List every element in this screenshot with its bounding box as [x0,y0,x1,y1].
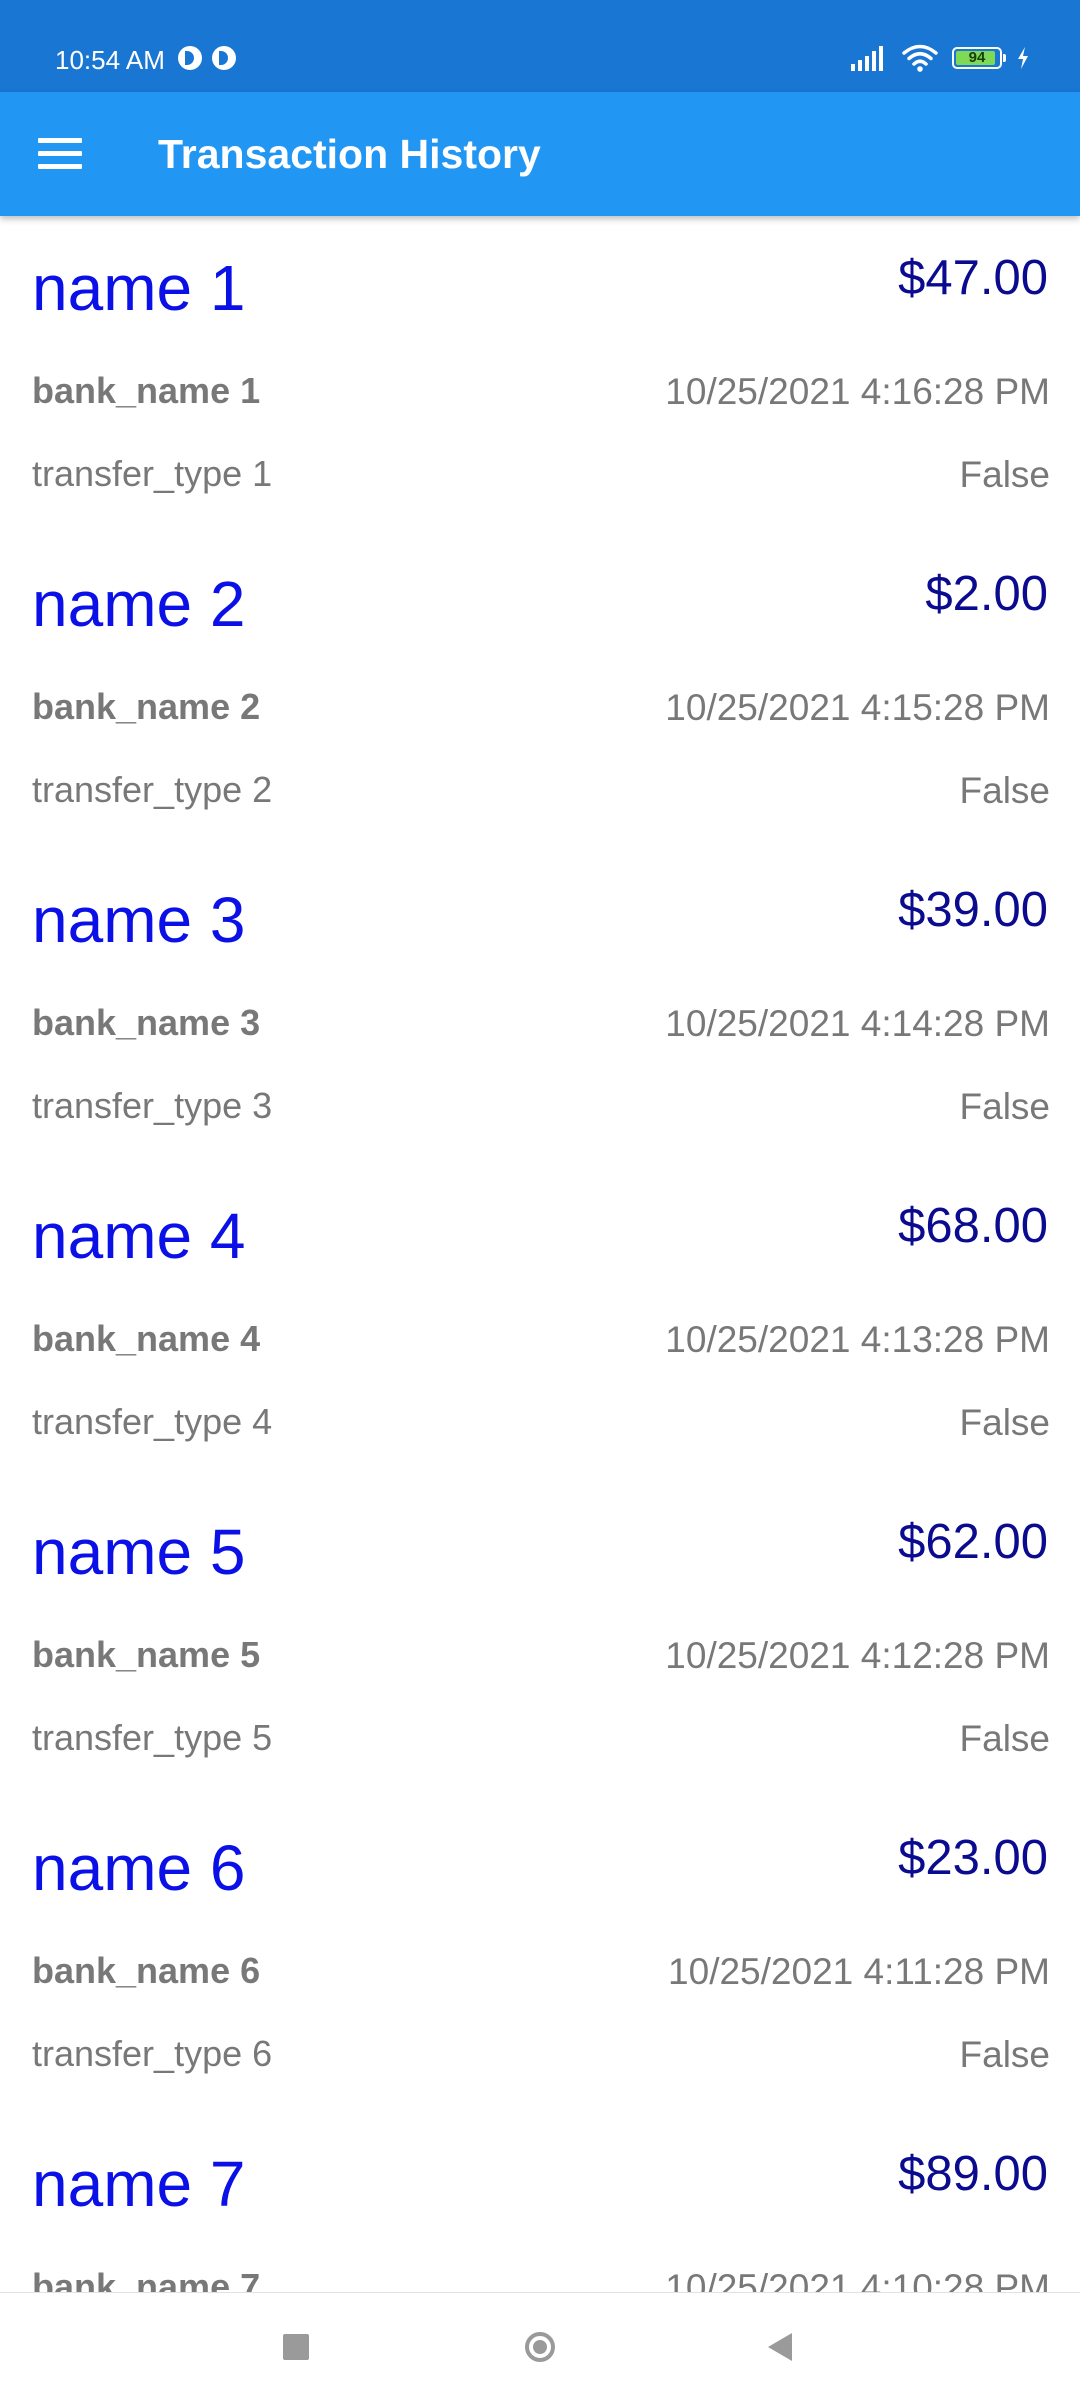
transaction-transfer-type: transfer_type 4 [32,1401,273,1442]
transaction-amount: $23.00 [898,1831,1048,1885]
transaction-amount: $2.00 [925,567,1048,621]
system-navigation-bar [0,2292,1080,2400]
app-bar: Transaction History [0,92,1080,216]
notification-app-icon [178,46,202,70]
back-triangle-icon[interactable] [748,2315,812,2379]
transaction-bank-name: bank_name 7 [32,2266,261,2293]
transaction-name: name 7 [32,2148,246,2220]
transaction-bank-name: bank_name 6 [32,1950,261,1991]
transaction-transfer-type: transfer_type 6 [32,2033,273,2074]
transaction-flag: False [959,1718,1050,1759]
home-circle-icon[interactable] [508,2315,572,2379]
transaction-list-item[interactable]: name 1 $47.00 bank_name 1 10/25/2021 4:1… [0,216,1080,532]
transaction-list-item[interactable]: name 4 $68.00 bank_name 4 10/25/2021 4:1… [0,1164,1080,1480]
transaction-transfer-type: transfer_type 1 [32,453,273,494]
transaction-amount: $62.00 [898,1515,1048,1569]
transaction-bank-name: bank_name 3 [32,1002,261,1043]
page-title: Transaction History [158,131,541,177]
transaction-datetime: 10/25/2021 4:16:28 PM [665,371,1050,412]
recents-square-icon[interactable] [264,2315,328,2379]
transaction-name: name 4 [32,1200,246,1272]
transaction-amount: $89.00 [898,2147,1048,2201]
transaction-flag: False [959,2034,1050,2075]
transaction-flag: False [959,1086,1050,1127]
status-notification-icons [178,46,236,70]
transaction-amount: $39.00 [898,883,1048,937]
transaction-amount: $68.00 [898,1199,1048,1253]
transaction-list-item[interactable]: name 6 $23.00 bank_name 6 10/25/2021 4:1… [0,1796,1080,2112]
transaction-name: name 6 [32,1832,246,1904]
signal-icon [851,46,883,71]
transaction-datetime: 10/25/2021 4:10:28 PM [665,2267,1050,2292]
transaction-datetime: 10/25/2021 4:14:28 PM [665,1003,1050,1044]
transaction-flag: False [959,1402,1050,1443]
transaction-name: name 1 [32,252,246,324]
transaction-bank-name: bank_name 4 [32,1318,261,1359]
battery-level: 94 [968,49,986,66]
transaction-datetime: 10/25/2021 4:12:28 PM [665,1635,1050,1676]
transaction-bank-name: bank_name 5 [32,1634,261,1675]
transaction-list-item[interactable]: name 3 $39.00 bank_name 3 10/25/2021 4:1… [0,848,1080,1164]
app-screen: 10:54 AM 94 Transaction History name 1 $… [0,0,1080,2400]
status-right-icons: 94 [850,44,1030,72]
transaction-datetime: 10/25/2021 4:13:28 PM [665,1319,1050,1360]
transaction-list[interactable]: name 1 $47.00 bank_name 1 10/25/2021 4:1… [0,216,1080,2293]
transaction-bank-name: bank_name 2 [32,686,261,727]
menu-icon[interactable] [38,138,82,170]
status-bar: 10:54 AM 94 [0,0,1080,92]
transaction-name: name 5 [32,1516,246,1588]
transaction-list-item[interactable]: name 5 $62.00 bank_name 5 10/25/2021 4:1… [0,1480,1080,1796]
transaction-name: name 2 [32,568,246,640]
transaction-transfer-type: transfer_type 5 [32,1717,273,1758]
transaction-name: name 3 [32,884,246,956]
transaction-transfer-type: transfer_type 2 [32,769,273,810]
transaction-datetime: 10/25/2021 4:15:28 PM [665,687,1050,728]
transaction-amount: $47.00 [898,251,1048,305]
charging-icon [1018,47,1028,69]
transaction-datetime: 10/25/2021 4:11:28 PM [668,1951,1050,1992]
transaction-flag: False [959,454,1050,495]
transaction-flag: False [959,770,1050,811]
transaction-transfer-type: transfer_type 3 [32,1085,273,1126]
transaction-bank-name: bank_name 1 [32,370,261,411]
transaction-list-item[interactable]: name 7 $89.00 bank_name 7 10/25/2021 4:1… [0,2112,1080,2293]
transaction-list-item[interactable]: name 2 $2.00 bank_name 2 10/25/2021 4:15… [0,532,1080,848]
wifi-icon [902,44,938,72]
notification-app-icon [212,46,236,70]
battery-icon: 94 [952,47,1006,69]
